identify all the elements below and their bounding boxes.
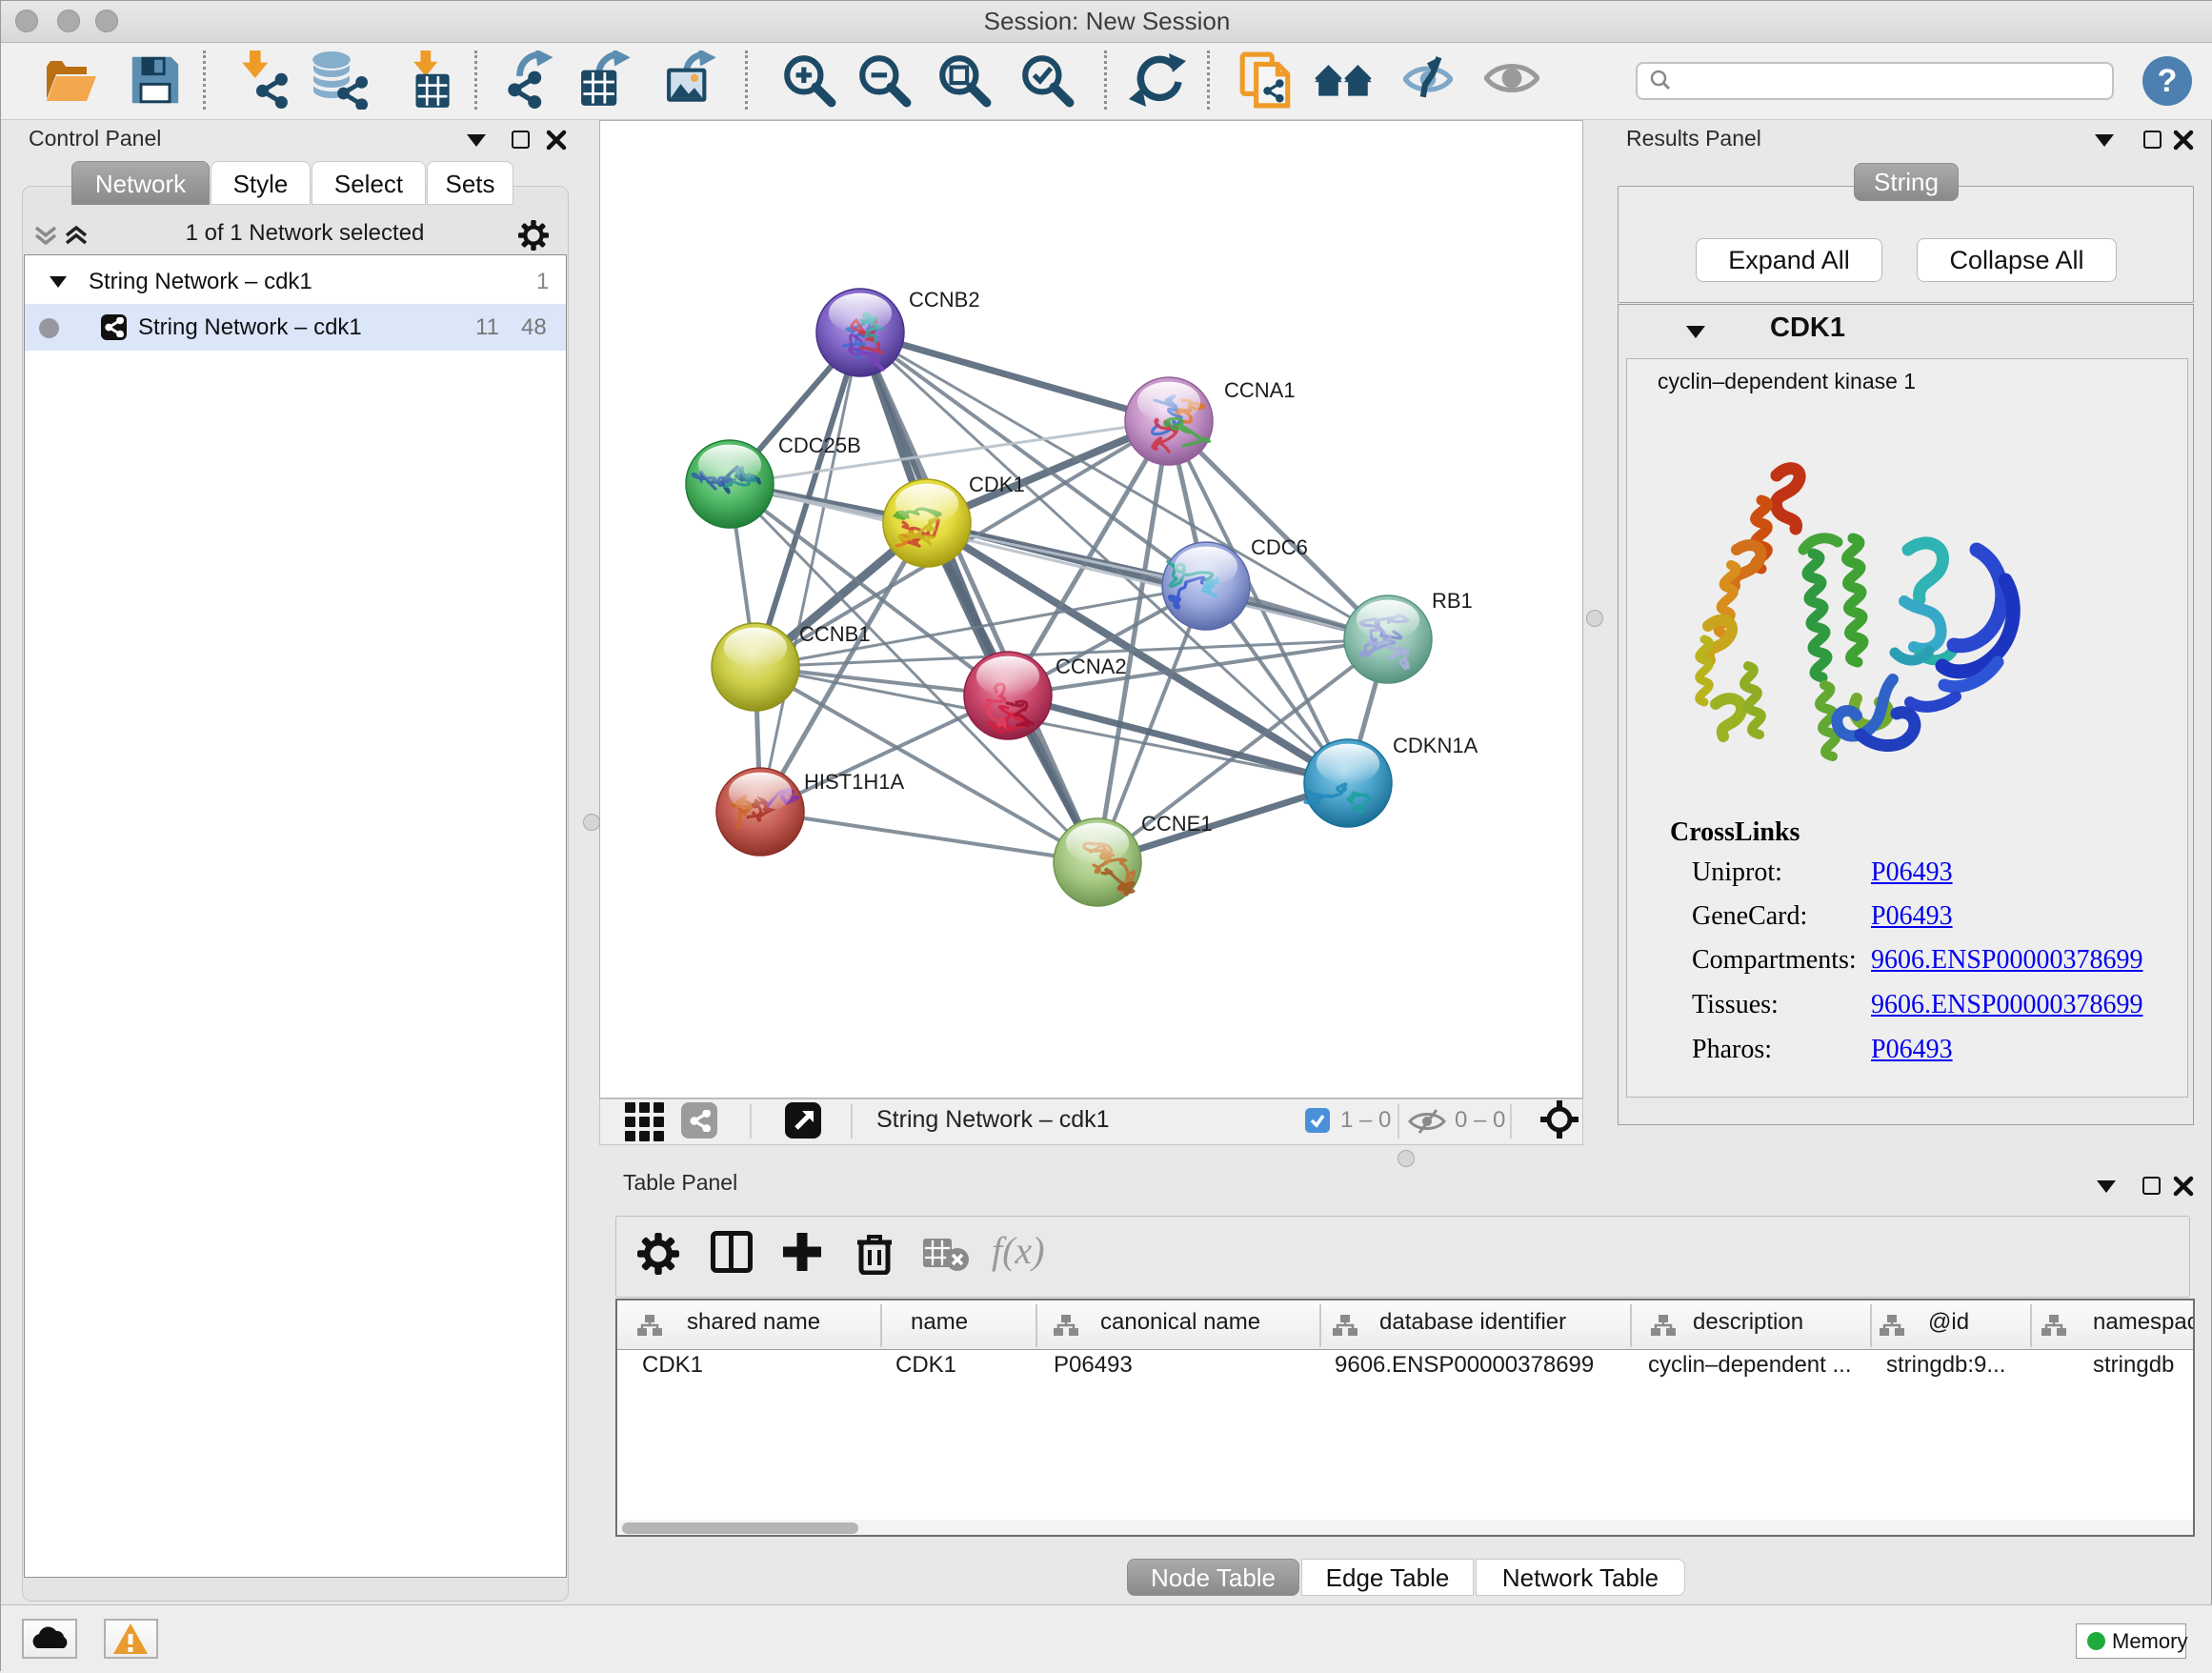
svg-text:CDC25B: CDC25B: [778, 433, 861, 457]
svg-text:CCNA2: CCNA2: [1056, 655, 1127, 678]
svg-text:RB1: RB1: [1432, 589, 1473, 613]
svg-text:CDKN1A: CDKN1A: [1393, 734, 1478, 757]
svg-text:CCNB2: CCNB2: [909, 288, 980, 312]
svg-text:CCNE1: CCNE1: [1141, 812, 1213, 836]
svg-text:CDK1: CDK1: [969, 473, 1025, 496]
svg-text:CCNA1: CCNA1: [1224, 378, 1296, 402]
svg-text:CDC6: CDC6: [1251, 535, 1308, 559]
svg-text:CCNB1: CCNB1: [799, 622, 871, 646]
svg-text:HIST1H1A: HIST1H1A: [804, 770, 904, 794]
